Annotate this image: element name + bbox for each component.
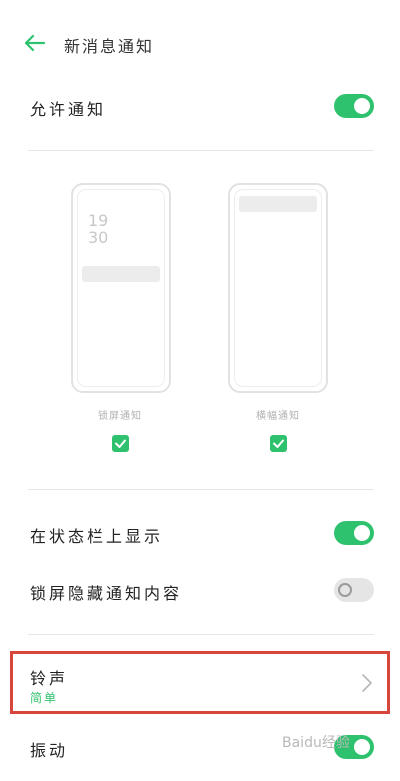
banner-preview: [228, 183, 328, 393]
preview-clock-minute: 30: [88, 228, 109, 247]
preview-notification-bar: [82, 266, 160, 282]
status-bar-toggle[interactable]: [334, 521, 374, 545]
page-title: 新消息通知: [64, 37, 155, 56]
allow-notifications-label: 允许通知: [30, 100, 107, 119]
banner-checkbox[interactable]: [270, 435, 287, 452]
ringtone-value: 简单: [30, 691, 59, 705]
vibrate-label: 振动: [30, 741, 69, 760]
lock-screen-checkbox[interactable]: [112, 435, 129, 452]
check-icon: [273, 439, 284, 448]
divider: [28, 150, 374, 151]
preview-banner-bar: [239, 196, 317, 212]
allow-notifications-toggle[interactable]: [334, 94, 374, 118]
watermark: Baidu经验: [282, 735, 350, 751]
preview-clock-hour: 19: [88, 211, 109, 230]
check-icon: [115, 439, 126, 448]
lock-screen-preview: 19 30: [71, 183, 171, 393]
status-bar-label: 在状态栏上显示: [30, 527, 164, 546]
lock-screen-caption: 锁屏通知: [98, 411, 142, 422]
hide-lock-content-toggle[interactable]: [334, 578, 374, 602]
divider: [28, 489, 374, 490]
divider: [28, 634, 374, 635]
chevron-right-icon[interactable]: [360, 673, 374, 693]
banner-caption: 横幅通知: [256, 411, 300, 422]
back-arrow-icon[interactable]: [22, 30, 48, 56]
hide-lock-content-label: 锁屏隐藏通知内容: [30, 584, 183, 603]
ringtone-label: 铃声: [30, 669, 69, 688]
